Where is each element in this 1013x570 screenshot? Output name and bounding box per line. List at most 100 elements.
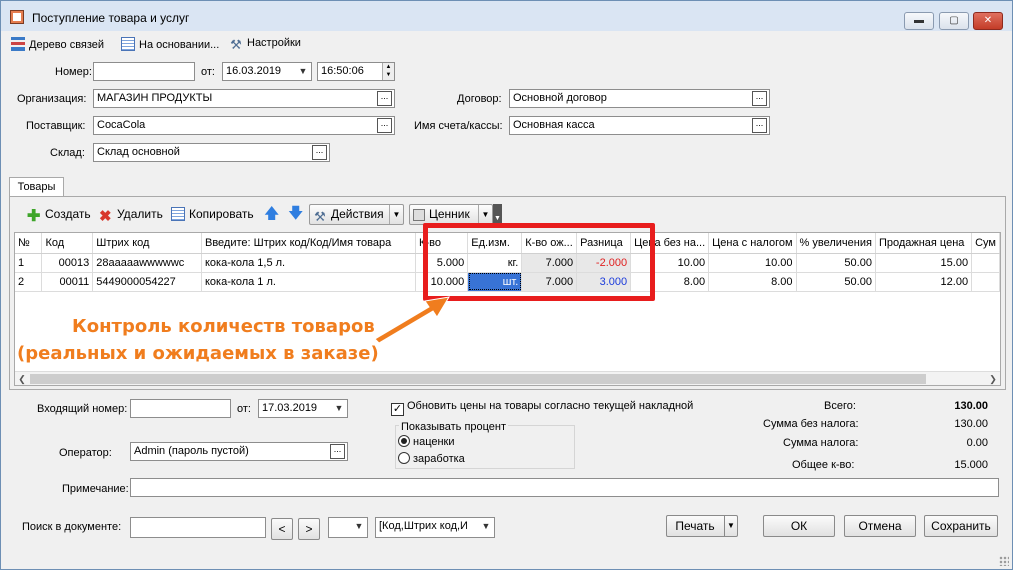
col-header-name[interactable]: Введите: Штрих код/Код/Имя товара (201, 233, 417, 254)
col-header-price-with-tax[interactable]: Цена с налогом (708, 233, 797, 254)
radio-selected-icon[interactable] (398, 435, 410, 447)
cell-name[interactable]: кока-кола 1,5 л. (201, 253, 417, 273)
profit-label: заработка (413, 453, 465, 465)
save-button[interactable]: Сохранить (924, 515, 998, 537)
resize-grip-icon[interactable] (999, 556, 1009, 566)
col-header-number[interactable]: № (15, 233, 43, 254)
actions-button[interactable]: ⚒ Действия ▼ (309, 204, 404, 225)
arrow-up-icon: 🡅 (264, 205, 280, 222)
profit-radio[interactable]: заработка (398, 452, 465, 465)
printer-icon (413, 209, 425, 221)
pricetag-label: Ценник (429, 207, 470, 221)
maximize-button[interactable]: ▢ (939, 12, 969, 30)
cell-number[interactable]: 1 (15, 253, 43, 273)
warehouse-select-button[interactable]: ... (312, 145, 327, 160)
search-prev-button[interactable]: < (271, 518, 293, 540)
close-button[interactable]: ✕ (973, 12, 1003, 30)
pricetag-button[interactable]: Ценник ▼ (409, 204, 493, 225)
chevron-down-icon[interactable]: ▼ (478, 518, 494, 535)
move-down-button[interactable]: 🡇 (288, 204, 303, 224)
tree-label: Дерево связей (29, 39, 105, 51)
cell-barcode[interactable]: 5449000054227 (92, 272, 202, 292)
incoming-number-field[interactable] (130, 399, 231, 418)
account-select-button[interactable]: ... (752, 118, 767, 133)
document-icon (121, 37, 135, 51)
col-header-barcode[interactable]: Штрих код (92, 233, 202, 254)
cell-markup[interactable]: 50.00 (796, 253, 876, 273)
chevron-down-icon[interactable]: ▼ (724, 516, 737, 536)
col-header-sale-price[interactable]: Продажная цена (875, 233, 973, 254)
cell-price-with-tax[interactable]: 10.00 (708, 253, 797, 273)
operator-select-button[interactable]: ... (330, 444, 345, 459)
scroll-left-icon[interactable]: ❮ (15, 372, 29, 386)
create-button[interactable]: ✚ Создать (27, 204, 91, 225)
col-header-sum[interactable]: Сум (971, 233, 1000, 254)
ok-button[interactable]: ОК (763, 515, 835, 537)
org-select-button[interactable]: ... (377, 91, 392, 106)
chevron-down-icon[interactable]: ▼ (331, 400, 347, 417)
cell-price-with-tax[interactable]: 8.00 (708, 272, 797, 292)
print-button[interactable]: Печать ▼ (666, 515, 738, 537)
time-field[interactable]: 16:50:06 ▲ ▼ (317, 62, 395, 81)
search-next-button[interactable]: > (298, 518, 320, 540)
checkbox-checked-icon[interactable]: ✓ (391, 403, 404, 416)
warehouse-field[interactable]: Склад основной ... (93, 143, 330, 162)
show-percent-label: Показывать процент (399, 421, 509, 433)
update-prices-label: Обновить цены на товары согласно текущей… (407, 400, 694, 412)
chevron-down-icon[interactable]: ▼ (478, 205, 492, 224)
note-field[interactable] (130, 478, 999, 497)
cell-sum[interactable] (971, 253, 1000, 273)
chevron-down-icon[interactable]: ▼ (295, 63, 311, 80)
contract-select-button[interactable]: ... (752, 91, 767, 106)
settings-button[interactable]: ⚒ Настройки (229, 37, 301, 52)
overflow-button[interactable]: ▼ (493, 204, 502, 224)
time-spinner[interactable]: ▲ ▼ (382, 63, 394, 80)
update-prices-checkbox[interactable]: ✓ Обновить цены на товары согласно текуще… (391, 400, 693, 416)
cell-number[interactable]: 2 (15, 272, 43, 292)
based-on-label: На основании... (139, 39, 220, 51)
cell-markup[interactable]: 50.00 (796, 272, 876, 292)
supplier-select-button[interactable]: ... (377, 118, 392, 133)
cell-code[interactable]: 00013 (41, 253, 94, 273)
operator-field[interactable]: Admin (пароль пустой) ... (130, 442, 348, 461)
cell-name[interactable]: кока-кола 1 л. (201, 272, 417, 292)
cell-sale-price[interactable]: 12.00 (875, 272, 973, 292)
highlight-box (423, 223, 655, 301)
supplier-label: Поставщик: (26, 120, 86, 132)
cell-barcode[interactable]: 28aaaaawwwwwc (92, 253, 202, 273)
cell-sale-price[interactable]: 15.00 (875, 253, 973, 273)
markup-radio[interactable]: наценки (398, 435, 455, 448)
scrollbar-thumb[interactable] (30, 374, 926, 384)
document-window: Поступление товара и услуг ▬ ▢ ✕ Дерево … (0, 0, 1013, 570)
col-header-markup[interactable]: % увеличения (796, 233, 876, 254)
search-mode-select[interactable]: ▼ (328, 517, 368, 538)
move-up-button[interactable]: 🡅 (264, 204, 279, 224)
number-field[interactable] (93, 62, 195, 81)
horizontal-scrollbar[interactable]: ❮ ❯ (15, 371, 1000, 385)
search-fields-select[interactable]: [Код,Штрих код,И ▼ (375, 517, 495, 538)
cell-sum[interactable] (971, 272, 1000, 292)
tab-goods[interactable]: Товары (9, 177, 64, 197)
cancel-button[interactable]: Отмена (844, 515, 916, 537)
warehouse-value: Склад основной (97, 146, 180, 158)
date-field[interactable]: 16.03.2019 ▼ (222, 62, 312, 81)
total-label: Всего: (824, 400, 856, 412)
radio-empty-icon[interactable] (398, 452, 410, 464)
chevron-down-icon[interactable]: ▼ (389, 205, 403, 224)
minimize-button[interactable]: ▬ (904, 12, 934, 30)
based-on-button[interactable]: На основании... (121, 37, 219, 51)
chevron-down-icon[interactable]: ▼ (351, 518, 367, 535)
tree-button[interactable]: Дерево связей (11, 37, 104, 51)
contract-field[interactable]: Основной договор ... (509, 89, 770, 108)
settings-label: Настройки (247, 37, 301, 49)
col-header-code[interactable]: Код (41, 233, 94, 254)
copy-button[interactable]: Копировать (171, 204, 254, 224)
incoming-date-field[interactable]: 17.03.2019 ▼ (258, 399, 348, 418)
org-field[interactable]: МАГАЗИН ПРОДУКТЫ ... (93, 89, 395, 108)
scroll-right-icon[interactable]: ❯ (986, 372, 1000, 386)
account-field[interactable]: Основная касса ... (509, 116, 770, 135)
supplier-field[interactable]: CocaCola ... (93, 116, 395, 135)
cell-code[interactable]: 00011 (41, 272, 94, 292)
delete-button[interactable]: ✖ Удалить (99, 204, 163, 224)
search-input[interactable] (130, 517, 266, 538)
